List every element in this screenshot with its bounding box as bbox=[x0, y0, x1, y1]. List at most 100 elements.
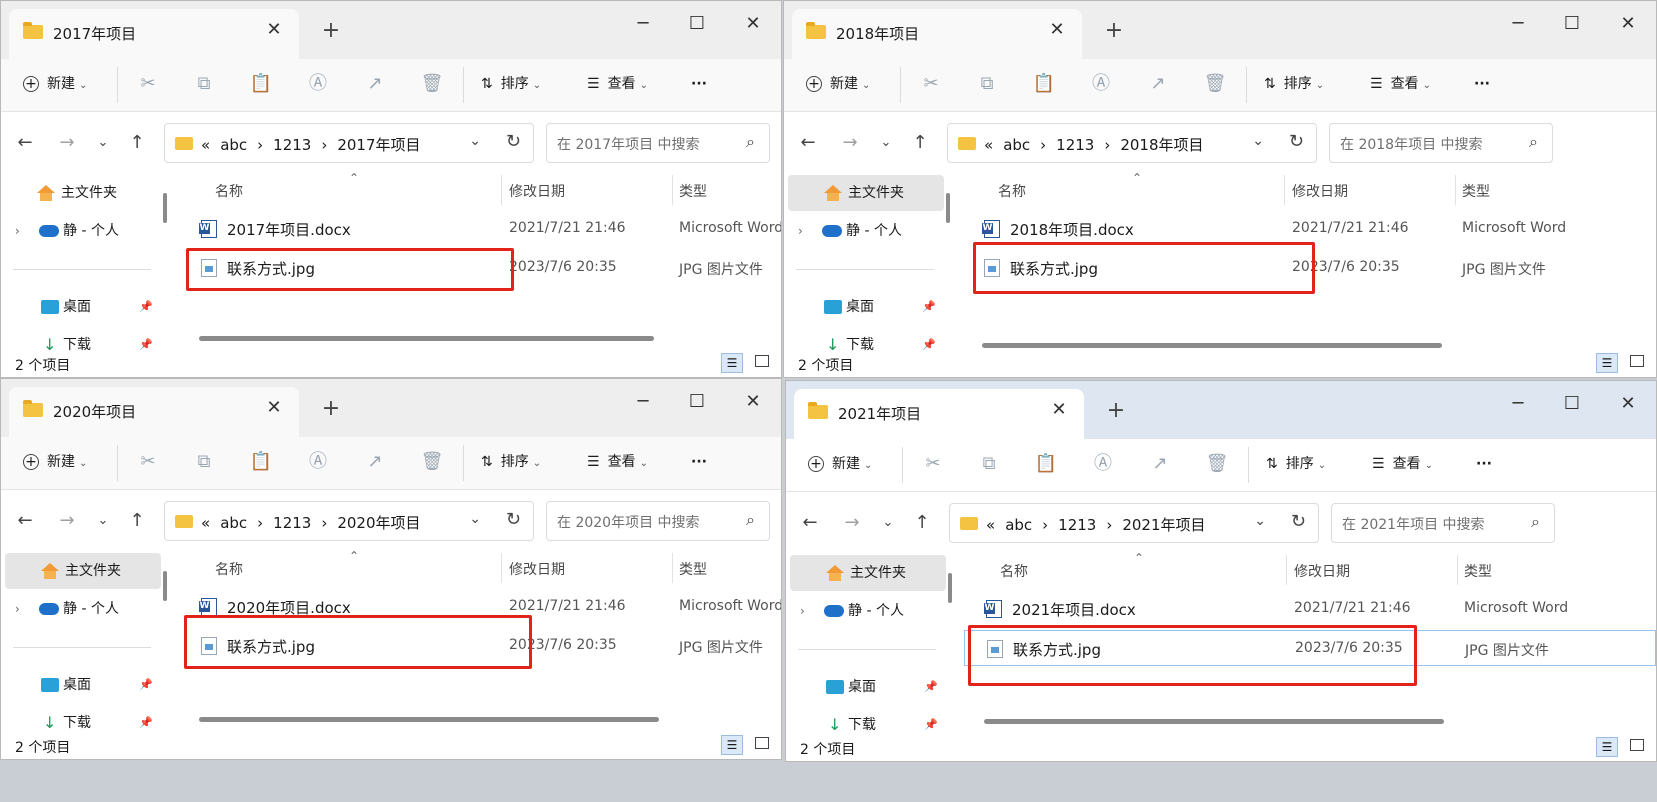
sidebar-item-cloud[interactable]: › 静 - 个人 bbox=[1, 213, 157, 249]
paste-icon[interactable]: 📋 bbox=[248, 71, 274, 97]
breadcrumb-item-1213[interactable]: 1213 bbox=[1056, 136, 1094, 154]
column-header-date[interactable]: 修改日期 bbox=[509, 559, 565, 579]
maximize-button[interactable]: ☐ bbox=[1554, 391, 1590, 417]
share-icon[interactable]: ↗ bbox=[1147, 451, 1173, 477]
column-divider[interactable] bbox=[1284, 175, 1285, 205]
column-header-name[interactable]: 名称 bbox=[215, 559, 243, 579]
close-tab-button[interactable]: ✕ bbox=[1046, 19, 1068, 41]
column-divider[interactable] bbox=[672, 553, 673, 583]
up-icon[interactable]: ↑ bbox=[125, 509, 149, 533]
close-window-button[interactable]: ✕ bbox=[1610, 391, 1646, 417]
sort-button[interactable]: ⇅ 排序 ⌄ bbox=[1264, 71, 1324, 97]
column-header-date[interactable]: 修改日期 bbox=[1294, 561, 1350, 581]
recent-locations-icon[interactable]: ⌄ bbox=[91, 131, 115, 155]
chevron-right-icon[interactable]: › bbox=[798, 213, 803, 249]
file-row[interactable]: 联系方式.jpg 2023/7/6 20:35 JPG 图片文件 bbox=[962, 250, 1656, 286]
chevron-down-icon[interactable]: ⌄ bbox=[1252, 133, 1264, 149]
tiles-view-button[interactable] bbox=[1630, 739, 1644, 751]
more-options-button[interactable]: ··· bbox=[691, 449, 707, 475]
title-bar[interactable]: 2018年项目 ✕ + ─ ☐ ✕ bbox=[784, 1, 1656, 59]
forward-icon[interactable]: → bbox=[840, 511, 864, 535]
sidebar-scrollbar[interactable] bbox=[946, 193, 950, 223]
view-button[interactable]: ☰ 查看 ⌄ bbox=[587, 449, 648, 475]
recent-locations-icon[interactable]: ⌄ bbox=[91, 509, 115, 533]
minimize-button[interactable]: ─ bbox=[625, 389, 661, 415]
horizontal-scrollbar[interactable] bbox=[199, 717, 659, 722]
file-row[interactable]: 联系方式.jpg 2023/7/6 20:35 JPG 图片文件 bbox=[179, 250, 781, 286]
refresh-icon[interactable]: ↻ bbox=[1289, 131, 1304, 152]
more-options-button[interactable]: ··· bbox=[691, 71, 707, 97]
sidebar-item-desktop[interactable]: 桌面 📌 bbox=[784, 289, 940, 325]
rename-icon[interactable]: Ⓐ bbox=[1090, 451, 1116, 477]
sidebar-item-cloud[interactable]: › 静 - 个人 bbox=[786, 593, 942, 629]
delete-icon[interactable]: 🗑 bbox=[1202, 71, 1228, 97]
search-box[interactable]: 在 2017年项目 中搜索 ⌕ bbox=[546, 123, 770, 163]
minimize-button[interactable]: ─ bbox=[1500, 11, 1536, 37]
folder-tab[interactable]: 2021年项目 ✕ bbox=[794, 389, 1084, 439]
title-bar[interactable]: 2020年项目 ✕ + ─ ☐ ✕ bbox=[1, 379, 781, 437]
cut-icon[interactable]: ✂ bbox=[918, 71, 944, 97]
breadcrumb-item-1213[interactable]: 1213 bbox=[1058, 516, 1096, 534]
refresh-icon[interactable]: ↻ bbox=[506, 131, 521, 152]
horizontal-scrollbar[interactable] bbox=[984, 719, 1444, 724]
column-divider[interactable] bbox=[1457, 555, 1458, 585]
tiles-view-button[interactable] bbox=[755, 355, 769, 367]
copy-icon[interactable]: ⧉ bbox=[191, 449, 217, 475]
breadcrumb-item-abc[interactable]: abc bbox=[220, 136, 247, 154]
sidebar-item-desktop[interactable]: 桌面 📌 bbox=[1, 289, 157, 325]
title-bar[interactable]: 2017年项目 ✕ + ─ ☐ ✕ bbox=[1, 1, 781, 59]
up-icon[interactable]: ↑ bbox=[908, 131, 932, 155]
sidebar-scrollbar[interactable] bbox=[163, 193, 167, 223]
back-icon[interactable]: ← bbox=[796, 131, 820, 155]
forward-icon[interactable]: → bbox=[838, 131, 862, 155]
maximize-button[interactable]: ☐ bbox=[1554, 11, 1590, 37]
file-row[interactable]: 2021年项目.docx 2021/7/21 21:46 Microsoft W… bbox=[964, 591, 1656, 627]
up-icon[interactable]: ↑ bbox=[910, 511, 934, 535]
new-button[interactable]: + 新建 ⌄ bbox=[808, 451, 872, 477]
breadcrumb-item-current[interactable]: 2017年项目 bbox=[337, 136, 420, 154]
view-button[interactable]: ☰ 查看 ⌄ bbox=[1372, 451, 1433, 477]
new-tab-button[interactable]: + bbox=[319, 19, 343, 43]
rename-icon[interactable]: Ⓐ bbox=[305, 71, 331, 97]
breadcrumb-overflow[interactable]: « bbox=[201, 514, 210, 532]
new-button[interactable]: + 新建 ⌄ bbox=[23, 71, 87, 97]
breadcrumb-item-current[interactable]: 2021年项目 bbox=[1122, 516, 1205, 534]
column-header-date[interactable]: 修改日期 bbox=[1292, 181, 1348, 201]
share-icon[interactable]: ↗ bbox=[362, 71, 388, 97]
title-bar[interactable]: 2021年项目 ✕ + ─ ☐ ✕ bbox=[786, 381, 1656, 439]
more-options-button[interactable]: ··· bbox=[1474, 71, 1490, 97]
column-header-name[interactable]: 名称 bbox=[1000, 561, 1028, 581]
chevron-down-icon[interactable]: ⌄ bbox=[469, 133, 481, 149]
back-icon[interactable]: ← bbox=[798, 511, 822, 535]
share-icon[interactable]: ↗ bbox=[362, 449, 388, 475]
new-button[interactable]: + 新建 ⌄ bbox=[806, 71, 870, 97]
column-divider[interactable] bbox=[672, 175, 673, 205]
column-header-type[interactable]: 类型 bbox=[679, 181, 707, 201]
recent-locations-icon[interactable]: ⌄ bbox=[876, 511, 900, 535]
horizontal-scrollbar[interactable] bbox=[199, 336, 654, 341]
folder-tab[interactable]: 2018年项目 ✕ bbox=[792, 9, 1082, 59]
refresh-icon[interactable]: ↻ bbox=[1291, 511, 1306, 532]
sidebar-scrollbar[interactable] bbox=[948, 573, 952, 603]
sidebar-item-cloud[interactable]: › 静 - 个人 bbox=[1, 591, 157, 627]
file-row[interactable]: 2020年项目.docx 2021/7/21 21:46 Microsoft W… bbox=[179, 589, 781, 625]
chevron-down-icon[interactable]: ⌄ bbox=[1254, 513, 1266, 529]
address-bar[interactable]: « abc › 1213 › 2018年项目 ⌄ ↻ bbox=[947, 123, 1317, 163]
details-view-button[interactable]: ☰ bbox=[1596, 737, 1618, 757]
search-box[interactable]: 在 2021年项目 中搜索 ⌕ bbox=[1331, 503, 1555, 543]
sort-button[interactable]: ⇅ 排序 ⌄ bbox=[1266, 451, 1326, 477]
sidebar-item-desktop[interactable]: 桌面 📌 bbox=[1, 667, 157, 703]
cut-icon[interactable]: ✂ bbox=[920, 451, 946, 477]
forward-icon[interactable]: → bbox=[55, 509, 79, 533]
breadcrumb-item-abc[interactable]: abc bbox=[1003, 136, 1030, 154]
details-view-button[interactable]: ☰ bbox=[1596, 353, 1618, 373]
paste-icon[interactable]: 📋 bbox=[1031, 71, 1057, 97]
address-bar[interactable]: « abc › 1213 › 2020年项目 ⌄ ↻ bbox=[164, 501, 534, 541]
chevron-right-icon[interactable]: › bbox=[15, 213, 20, 249]
close-tab-button[interactable]: ✕ bbox=[1048, 399, 1070, 421]
copy-icon[interactable]: ⧉ bbox=[191, 71, 217, 97]
more-options-button[interactable]: ··· bbox=[1476, 451, 1492, 477]
back-icon[interactable]: ← bbox=[13, 509, 37, 533]
breadcrumb-item-abc[interactable]: abc bbox=[220, 514, 247, 532]
back-icon[interactable]: ← bbox=[13, 131, 37, 155]
